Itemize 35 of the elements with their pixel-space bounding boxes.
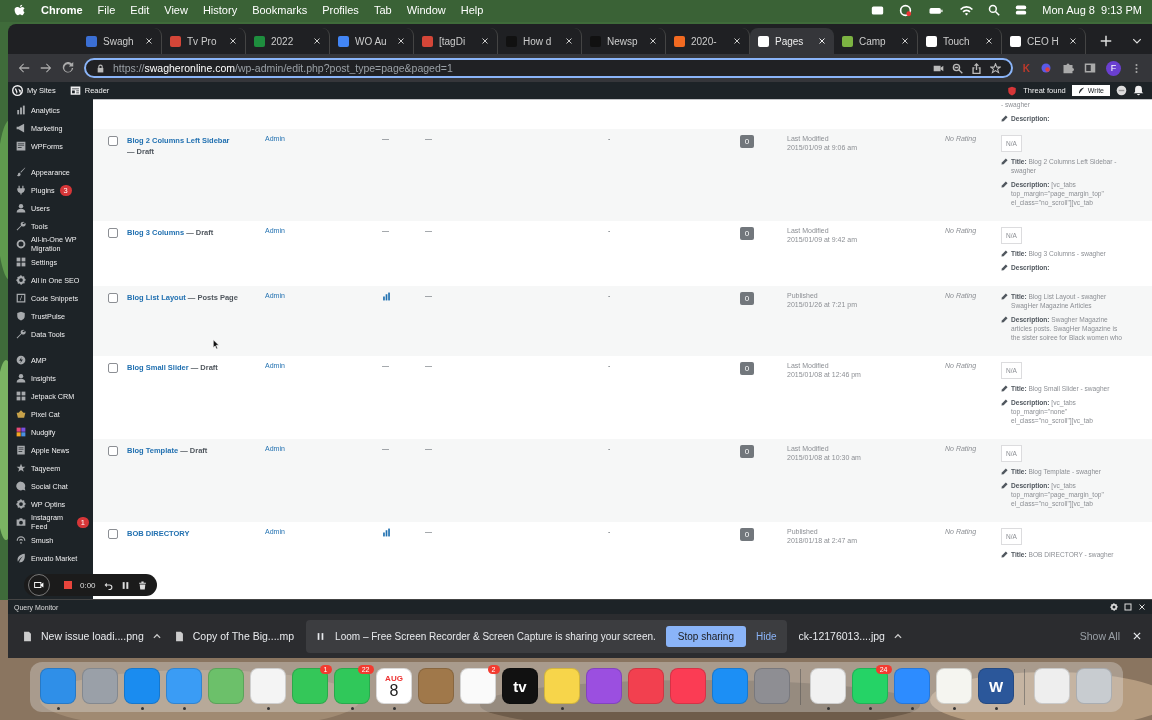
menu-item[interactable]: History [202, 4, 238, 16]
comment-count[interactable]: 0 [740, 292, 754, 305]
icon-label: AUG [385, 673, 403, 683]
recording-timer: 0:00 [80, 580, 96, 590]
app-icon[interactable]: AUG 8 [376, 668, 412, 704]
icon-label: tv [513, 677, 527, 695]
menu-item[interactable]: Tab [373, 4, 392, 16]
menu-item[interactable]: Help [460, 4, 484, 16]
icon-label: 8 [389, 682, 399, 699]
menu-item[interactable]: Chrome [41, 4, 83, 16]
menu-item[interactable]: Bookmarks [252, 4, 308, 16]
profile-avatar[interactable]: F [1106, 60, 1121, 76]
download-item[interactable]: New issue loadi....png [41, 630, 144, 642]
download-item[interactable]: ck-12176013....jpg [798, 630, 885, 642]
comment-count[interactable]: 0 [740, 528, 754, 541]
hide-link[interactable]: Hide [755, 630, 777, 642]
show-all-link[interactable]: Show All [1079, 630, 1120, 642]
download-item[interactable]: Copy of The Big....mp [192, 630, 295, 642]
app-icon[interactable]: tv [502, 668, 538, 704]
app-icon[interactable]: W [978, 668, 1014, 704]
clock[interactable]: Mon Aug 8 9:13 PM [1042, 4, 1142, 16]
comment-count[interactable]: 0 [740, 227, 754, 240]
address-bar[interactable]: https://swagheronline.com/wp-admin/edit.php?post_type=page&paged=1 [84, 58, 1013, 78]
comment-count[interactable]: 0 [740, 135, 754, 148]
menu-item[interactable]: Profiles [322, 4, 359, 16]
comment-count[interactable]: 0 [740, 445, 754, 458]
icon-label: W [988, 677, 1004, 695]
browser-tab[interactable]: Pages [750, 28, 834, 54]
stop-sharing-button[interactable]: Stop sharing [665, 625, 746, 647]
menu-item[interactable]: View [164, 4, 188, 16]
sharing-text: Loom – Free Screen Recorder & Screen Capture is sharing your screen. [335, 630, 656, 642]
menu-item[interactable]: Window [406, 4, 446, 16]
comment-count[interactable]: 0 [740, 362, 754, 375]
menu-item[interactable]: File [97, 4, 116, 16]
menu-item[interactable]: Edit [130, 4, 150, 16]
